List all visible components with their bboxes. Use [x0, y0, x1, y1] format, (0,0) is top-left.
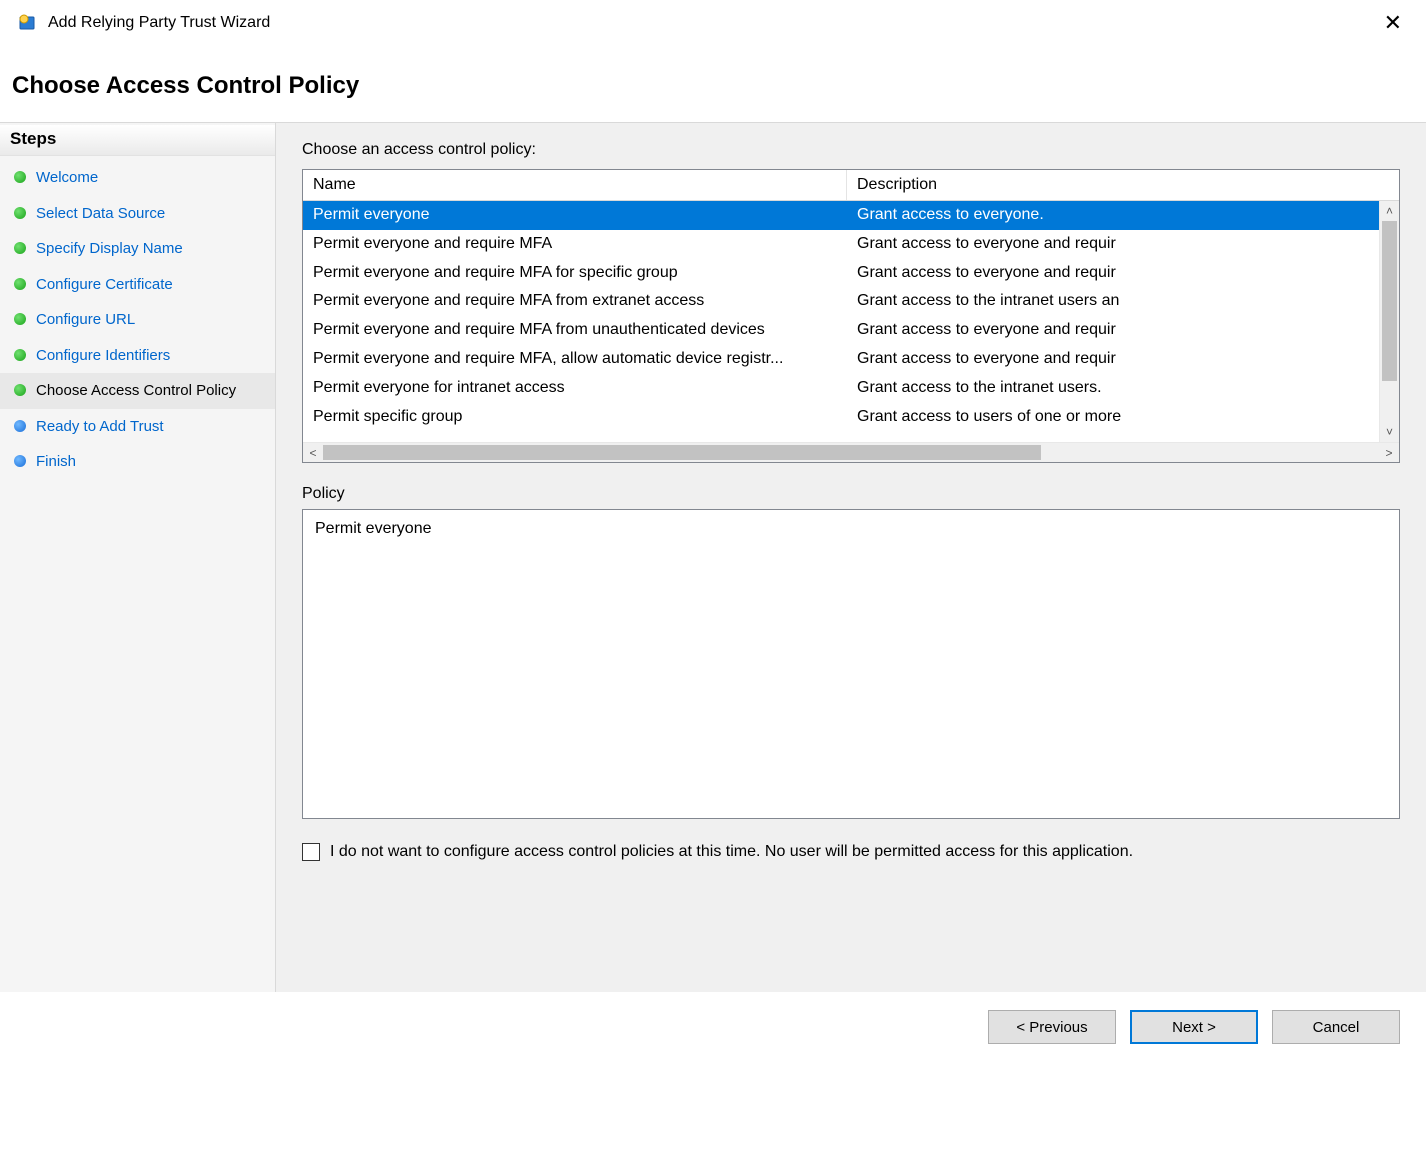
horizontal-scrollbar[interactable]: < >	[303, 442, 1399, 462]
policy-detail-box: Permit everyone	[302, 509, 1400, 819]
policy-desc-cell: Grant access to everyone and requir	[847, 345, 1379, 374]
step-item[interactable]: Specify Display Name	[0, 231, 275, 267]
policy-desc-cell: Grant access to everyone.	[847, 201, 1379, 230]
step-bullet-icon	[14, 349, 26, 361]
column-header-name[interactable]: Name	[303, 170, 847, 200]
step-label: Ready to Add Trust	[36, 417, 164, 437]
scroll-left-icon[interactable]: <	[303, 446, 323, 460]
column-header-description[interactable]: Description	[847, 170, 1399, 200]
titlebar: Add Relying Party Trust Wizard ✕	[0, 0, 1426, 44]
step-label: Configure URL	[36, 310, 135, 330]
step-item[interactable]: Configure URL	[0, 302, 275, 338]
step-bullet-icon	[14, 242, 26, 254]
step-label: Finish	[36, 452, 76, 472]
steps-header: Steps	[0, 125, 275, 156]
step-item[interactable]: Welcome	[0, 160, 275, 196]
main-panel: Choose an access control policy: Name De…	[276, 123, 1426, 992]
next-button[interactable]: Next >	[1130, 1010, 1258, 1044]
policy-name-cell: Permit specific group	[303, 403, 847, 432]
step-bullet-icon	[14, 171, 26, 183]
skip-policy-label: I do not want to configure access contro…	[330, 841, 1133, 863]
policy-row[interactable]: Permit everyone and require MFA from una…	[303, 316, 1379, 345]
scroll-down-icon[interactable]: ˅	[1380, 422, 1399, 442]
policy-row[interactable]: Permit everyone and require MFAGrant acc…	[303, 230, 1379, 259]
step-item[interactable]: Finish	[0, 444, 275, 480]
step-bullet-icon	[14, 384, 26, 396]
policy-list-label: Choose an access control policy:	[302, 141, 1400, 159]
listview-header: Name Description	[303, 170, 1399, 201]
step-item[interactable]: Select Data Source	[0, 196, 275, 232]
policy-name-cell: Permit everyone for intranet access	[303, 374, 847, 403]
step-label: Choose Access Control Policy	[36, 381, 236, 401]
step-item[interactable]: Ready to Add Trust	[0, 409, 275, 445]
cancel-button[interactable]: Cancel	[1272, 1010, 1400, 1044]
steps-sidebar: Steps Welcome Select Data Source Specify D…	[0, 123, 276, 992]
vertical-scrollbar[interactable]: ˄ ˅	[1379, 201, 1399, 442]
policy-desc-cell: Grant access to the intranet users.	[847, 374, 1379, 403]
skip-policy-checkbox[interactable]	[302, 843, 320, 861]
policy-desc-cell: Grant access to the intranet users an	[847, 287, 1379, 316]
policy-name-cell: Permit everyone	[303, 201, 847, 230]
policy-name-cell: Permit everyone and require MFA, allow a…	[303, 345, 847, 374]
close-button[interactable]: ✕	[1376, 10, 1410, 36]
policy-row[interactable]: Permit everyone and require MFA from ext…	[303, 287, 1379, 316]
step-label: Welcome	[36, 168, 98, 188]
scroll-up-icon[interactable]: ˄	[1380, 201, 1399, 221]
wizard-buttons: < Previous Next > Cancel	[0, 992, 1426, 1044]
step-bullet-icon	[14, 313, 26, 325]
scroll-right-icon[interactable]: >	[1379, 446, 1399, 460]
step-bullet-icon	[14, 455, 26, 467]
step-label: Configure Certificate	[36, 275, 173, 295]
policy-row[interactable]: Permit everyoneGrant access to everyone.	[303, 201, 1379, 230]
window-title: Add Relying Party Trust Wizard	[48, 14, 1376, 32]
step-label: Configure Identifiers	[36, 346, 170, 366]
step-item[interactable]: Configure Certificate	[0, 267, 275, 303]
step-bullet-icon	[14, 278, 26, 290]
scroll-thumb[interactable]	[1382, 221, 1397, 381]
app-icon	[18, 13, 38, 33]
step-label: Specify Display Name	[36, 239, 183, 259]
step-bullet-icon	[14, 420, 26, 432]
step-label: Select Data Source	[36, 204, 165, 224]
policy-detail-label: Policy	[302, 485, 1400, 503]
policy-name-cell: Permit everyone and require MFA from ext…	[303, 287, 847, 316]
policy-detail-text: Permit everyone	[315, 520, 432, 537]
step-item[interactable]: Configure Identifiers	[0, 338, 275, 374]
page-heading: Choose Access Control Policy	[0, 44, 1426, 122]
policy-row[interactable]: Permit everyone and require MFA, allow a…	[303, 345, 1379, 374]
policy-desc-cell: Grant access to users of one or more	[847, 403, 1379, 432]
policy-desc-cell: Grant access to everyone and requir	[847, 259, 1379, 288]
policy-row[interactable]: Permit everyone for intranet accessGrant…	[303, 374, 1379, 403]
policy-desc-cell: Grant access to everyone and requir	[847, 316, 1379, 345]
policy-listview: Name Description Permit everyoneGrant ac…	[302, 169, 1400, 463]
previous-button[interactable]: < Previous	[988, 1010, 1116, 1044]
policy-name-cell: Permit everyone and require MFA for spec…	[303, 259, 847, 288]
hscroll-thumb[interactable]	[323, 445, 1041, 460]
step-item[interactable]: Choose Access Control Policy	[0, 373, 275, 409]
policy-row[interactable]: Permit everyone and require MFA for spec…	[303, 259, 1379, 288]
skip-policy-checkbox-row[interactable]: I do not want to configure access contro…	[302, 841, 1400, 863]
policy-row[interactable]: Permit specific groupGrant access to use…	[303, 403, 1379, 432]
step-bullet-icon	[14, 207, 26, 219]
policy-name-cell: Permit everyone and require MFA from una…	[303, 316, 847, 345]
policy-name-cell: Permit everyone and require MFA	[303, 230, 847, 259]
policy-desc-cell: Grant access to everyone and requir	[847, 230, 1379, 259]
